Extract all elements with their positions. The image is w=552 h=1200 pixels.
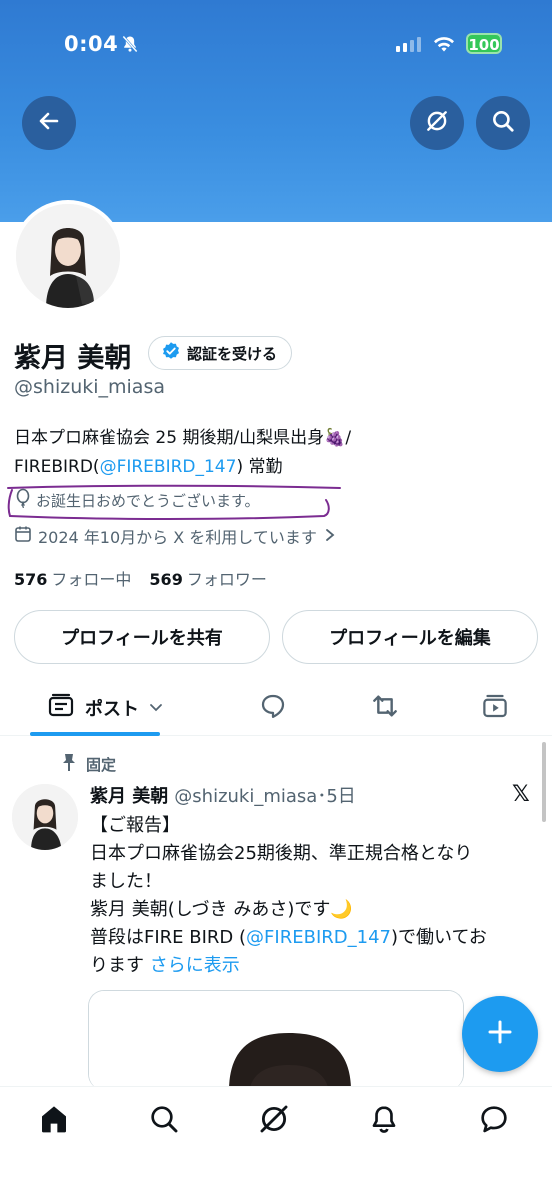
pinned-label: 固定 xyxy=(86,755,117,774)
calendar-icon xyxy=(14,525,32,547)
post-firebird-mention-link[interactable]: @FIREBIRD_147 xyxy=(246,927,391,948)
search-button[interactable] xyxy=(476,96,530,150)
post-line-3: ました！ xyxy=(90,871,162,892)
get-verified-label: 認証を受ける xyxy=(187,344,278,363)
post-author-name[interactable]: 紫月 美朝 xyxy=(90,782,168,808)
profile-tabs: ポスト xyxy=(0,680,552,736)
arrow-left-icon xyxy=(37,109,61,137)
home-icon xyxy=(38,1103,70,1139)
balloon-icon xyxy=(14,488,32,512)
search-icon xyxy=(148,1103,180,1139)
post-line-5: 普段はFIRE BIRD (@FIREBIRD_147)で働いてお xyxy=(90,927,487,948)
post-line-2: 日本プロ麻雀協会25期後期、準正規合格となり xyxy=(90,843,473,864)
post-text[interactable]: 【ご報告】 日本プロ麻雀協会25期後期、準正規合格となり ました！ 紫月 美朝(… xyxy=(90,812,540,980)
media-stack-icon xyxy=(480,691,510,725)
verified-badge-icon xyxy=(161,341,181,365)
message-bubble-icon xyxy=(478,1103,510,1139)
post-author-handle-time: @shizuki_miasa･5日 xyxy=(174,786,356,807)
plus-icon xyxy=(485,1017,515,1051)
post-author-avatar[interactable] xyxy=(12,784,78,850)
profile-avatar[interactable] xyxy=(12,200,124,312)
silent-bell-icon xyxy=(120,34,140,58)
active-tab-indicator xyxy=(30,732,160,736)
back-button[interactable] xyxy=(22,96,76,150)
pinned-indicator: 固定 xyxy=(60,752,116,776)
firebird-mention-link[interactable]: @FIREBIRD_147 xyxy=(100,457,237,477)
tab-media[interactable] xyxy=(470,680,520,736)
battery-indicator: 100 xyxy=(466,33,502,54)
bell-icon xyxy=(368,1103,400,1139)
status-bar: 0:04 100 xyxy=(0,30,552,62)
share-profile-button[interactable]: プロフィールを共有 xyxy=(14,610,270,664)
bio-line-2: FIREBIRD(@FIREBIRD_147) 常勤 xyxy=(14,457,283,477)
cellular-signal-icon xyxy=(396,36,421,52)
nav-messages[interactable] xyxy=(474,1101,514,1141)
tab-posts-label: ポスト xyxy=(85,699,139,720)
reply-bubble-icon xyxy=(258,691,288,725)
profile-handle: @shizuki_miasa xyxy=(14,376,165,398)
birthday-text: お誕生日おめでとうございます。 xyxy=(36,491,260,510)
nav-notifications[interactable] xyxy=(364,1101,404,1141)
grok-icon xyxy=(424,108,450,138)
repost-icon xyxy=(369,690,401,726)
status-time: 0:04 xyxy=(64,32,119,56)
post-line-1: 【ご報告】 xyxy=(90,815,180,836)
pin-icon xyxy=(60,752,78,776)
profile-bio: 日本プロ麻雀協会 25 期後期/山梨県出身🍇/ FIREBIRD(@FIREBI… xyxy=(14,424,534,482)
post-line-4: 紫月 美朝(しづき みあさ)です🌙 xyxy=(90,899,353,920)
followers-link[interactable]: 569 フォロワー xyxy=(149,566,266,590)
bottom-navigation xyxy=(0,1086,552,1200)
grok-button[interactable] xyxy=(410,96,464,150)
show-more-link[interactable]: さらに表示 xyxy=(150,955,240,976)
x-logo-icon: 𝕏 xyxy=(512,782,530,807)
nav-home[interactable] xyxy=(34,1101,74,1141)
post-header: 紫月 美朝 @shizuki_miasa･5日 xyxy=(90,782,356,808)
bio-line-1: 日本プロ麻雀協会 25 期後期/山梨県出身🍇/ xyxy=(14,428,352,448)
wifi-icon xyxy=(432,34,456,58)
chevron-down-icon xyxy=(149,699,163,718)
grok-icon xyxy=(257,1102,291,1140)
edit-profile-button[interactable]: プロフィールを編集 xyxy=(282,610,538,664)
birthday-message: お誕生日おめでとうございます。 xyxy=(14,488,260,512)
tab-posts[interactable]: ポスト xyxy=(30,680,180,736)
chevron-right-icon xyxy=(323,527,337,546)
posts-tab-icon xyxy=(47,693,75,723)
following-link[interactable]: 576 フォロー中 xyxy=(14,566,131,590)
tab-reposts[interactable] xyxy=(360,680,410,736)
post-line-6: ります さらに表示 xyxy=(90,955,240,976)
tab-replies[interactable] xyxy=(248,680,298,736)
nav-grok[interactable] xyxy=(254,1101,294,1141)
get-verified-button[interactable]: 認証を受ける xyxy=(148,336,293,370)
post-media-image[interactable] xyxy=(88,990,464,1090)
scrollbar[interactable] xyxy=(542,742,546,822)
search-icon xyxy=(490,108,516,138)
nav-explore[interactable] xyxy=(144,1101,184,1141)
follow-stats: 576 フォロー中 569 フォロワー xyxy=(14,566,267,590)
profile-name: 紫月 美朝 xyxy=(14,343,132,374)
joined-text: 2024 年10月から X を利用しています xyxy=(38,528,317,547)
joined-date[interactable]: 2024 年10月から X を利用しています xyxy=(14,524,337,548)
compose-post-button[interactable] xyxy=(462,996,538,1072)
